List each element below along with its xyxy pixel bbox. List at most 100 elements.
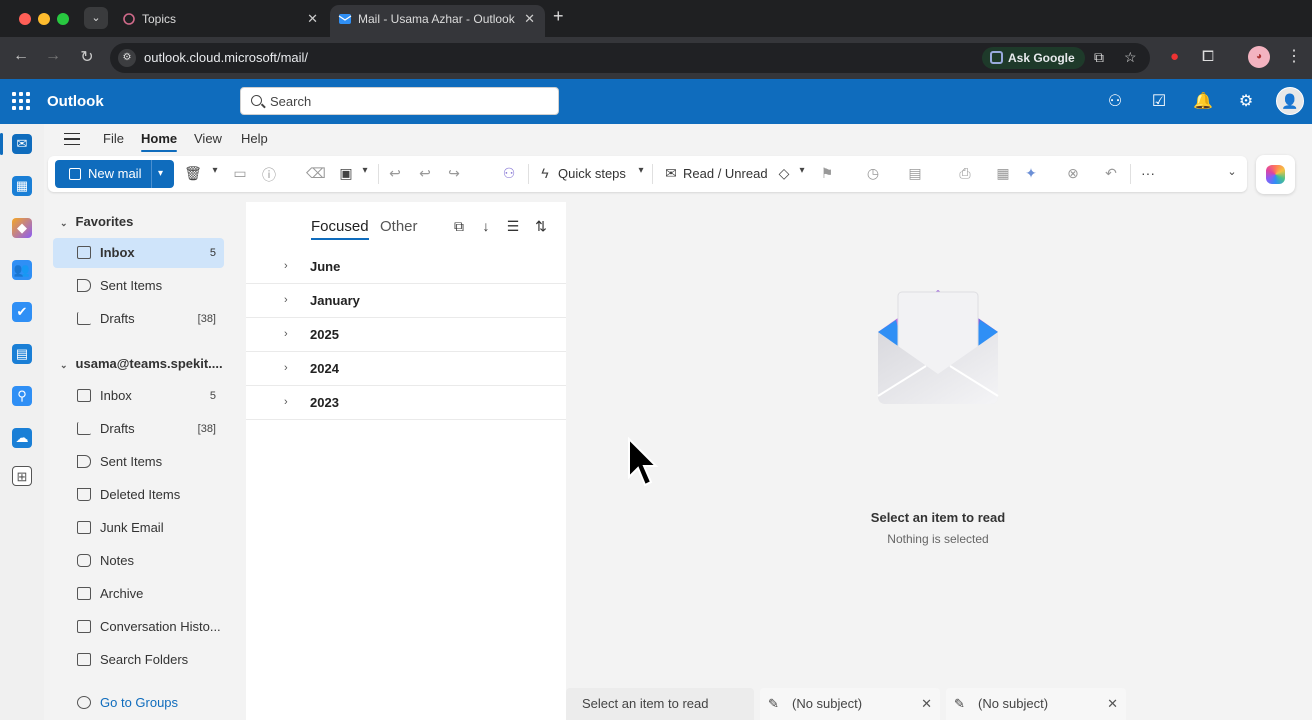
close-icon[interactable]: ✕ [921, 688, 932, 720]
tab-select-item[interactable]: Select an item to read [566, 688, 754, 720]
extensions-puzzle-icon[interactable]: ⧠ [1202, 48, 1214, 65]
people-app-icon[interactable]: 👥 [12, 260, 32, 280]
close-window-button[interactable] [19, 13, 31, 25]
back-icon[interactable]: ← [10, 47, 32, 65]
more-apps-icon[interactable]: ⊞ [12, 466, 32, 486]
move-to-icon[interactable]: ▣ [337, 165, 355, 182]
folder-drafts[interactable]: Drafts [38] [53, 414, 224, 444]
new-mail-button[interactable]: New mail ▾ [55, 160, 174, 188]
teams-share-icon[interactable]: ⚇ [500, 165, 518, 182]
search-box[interactable] [240, 87, 559, 115]
folder-deleted-items[interactable]: Deleted Items [53, 480, 224, 510]
tab-help[interactable]: Help [241, 131, 268, 146]
tab-home[interactable]: Home [141, 131, 178, 152]
folder-junk-email[interactable]: Junk Email [53, 513, 224, 543]
chevron-down-icon[interactable]: ▾ [793, 165, 811, 176]
copilot-button[interactable] [1256, 155, 1295, 194]
onedrive-app-icon[interactable]: ☁ [12, 428, 32, 448]
account-avatar[interactable]: 👤 [1276, 87, 1304, 115]
nav-toggle-icon[interactable] [64, 133, 80, 145]
tab-draft-2[interactable]: ✎ (No subject) ✕ [946, 688, 1126, 720]
filter-icon[interactable]: ☰ [504, 218, 522, 235]
folder-archive[interactable]: Archive [53, 579, 224, 609]
close-icon[interactable]: ✕ [1107, 688, 1118, 720]
minimize-window-button[interactable] [38, 13, 50, 25]
snooze-clock-icon[interactable]: ◷ [864, 165, 882, 182]
select-all-icon[interactable]: ⧉ [450, 218, 468, 235]
maximize-window-button[interactable] [57, 13, 69, 25]
print-icon[interactable]: ⎙ [956, 165, 974, 182]
forward-icon[interactable]: → [42, 47, 64, 65]
rules-icon[interactable]: ▤ [906, 165, 924, 182]
favorites-header[interactable]: ⌄ Favorites [60, 214, 133, 229]
bookmark-star-icon[interactable]: ☆ [1124, 49, 1137, 66]
favorites-sent-items[interactable]: Sent Items [53, 271, 224, 301]
sweep-icon[interactable]: ⌫ [306, 165, 326, 182]
calendar-app-icon[interactable]: ▦ [12, 176, 32, 196]
reload-icon[interactable]: ↻ [76, 47, 98, 67]
my-day-icon[interactable]: ☑ [1148, 91, 1170, 111]
tab-focused[interactable]: Focused [311, 218, 369, 240]
teams-icon[interactable]: ⚇ [1104, 91, 1126, 111]
extension-icon[interactable]: ● [1170, 48, 1179, 65]
flag-icon[interactable]: ⚑ [818, 165, 836, 182]
quick-steps-button[interactable]: Quick steps [558, 166, 626, 181]
settings-gear-icon[interactable]: ⚙ [1235, 91, 1257, 111]
tag-icon[interactable]: ◇ [775, 165, 793, 182]
copilot-app-icon[interactable]: ◆ [12, 218, 32, 238]
group-2023[interactable]: › 2023 [246, 386, 566, 420]
jump-to-icon[interactable]: ↓ [477, 218, 495, 234]
mail-app-icon[interactable]: ✉ [12, 134, 32, 154]
forward-icon[interactable]: ↪ [445, 165, 463, 182]
reply-all-icon[interactable]: ↩ [416, 165, 434, 182]
app-launcher-icon[interactable] [12, 92, 30, 110]
translate-icon[interactable]: ✦ [1022, 165, 1040, 182]
group-june[interactable]: › June [246, 250, 566, 284]
go-to-groups-link[interactable]: Go to Groups [53, 688, 224, 718]
address-bar[interactable]: ⚙ outlook.cloud.microsoft/mail/ Ask Goog… [110, 43, 1150, 73]
chrome-menu-icon[interactable]: ⋮ [1286, 46, 1302, 66]
reply-icon[interactable]: ↩ [386, 165, 404, 182]
immersive-reader-icon[interactable]: ▦ [994, 165, 1012, 182]
account-header[interactable]: ⌄ usama@teams.spekit.... [60, 356, 223, 371]
todo-app-icon[interactable]: ✔ [12, 302, 32, 322]
folder-conversation-history[interactable]: Conversation Histo... [53, 612, 224, 642]
undo-icon[interactable]: ↶ [1102, 165, 1120, 182]
folder-notes[interactable]: Notes [53, 546, 224, 576]
tab-other[interactable]: Other [380, 218, 418, 235]
folder-search-folders[interactable]: Search Folders [53, 645, 224, 675]
profile-avatar[interactable]: ◕ [1248, 46, 1270, 68]
browser-tab-outlook[interactable]: Mail - Usama Azhar - Outlook ✕ [330, 5, 545, 37]
folder-sent-items[interactable]: Sent Items [53, 447, 224, 477]
close-tab-icon[interactable]: ✕ [307, 5, 318, 33]
report-icon[interactable]: ⓘ [260, 165, 278, 185]
expand-ribbon-icon[interactable]: ⌄ [1223, 165, 1241, 178]
search-input[interactable] [270, 92, 550, 110]
chevron-down-icon[interactable]: ▾ [356, 165, 374, 176]
word-app-icon[interactable]: ▤ [12, 344, 32, 364]
install-app-icon[interactable]: ⧉ [1094, 49, 1104, 66]
favorites-inbox[interactable]: Inbox 5 [53, 238, 224, 268]
tab-file[interactable]: File [103, 131, 124, 146]
notifications-bell-icon[interactable]: 🔔 [1192, 91, 1214, 111]
group-2025[interactable]: › 2025 [246, 318, 566, 352]
tab-draft-1[interactable]: ✎ (No subject) ✕ [760, 688, 940, 720]
delete-icon[interactable]: 🗑 [184, 165, 202, 182]
sort-icon[interactable]: ⇅ [532, 218, 550, 235]
close-tab-icon[interactable]: ✕ [524, 5, 535, 33]
folder-inbox[interactable]: Inbox 5 [53, 381, 224, 411]
read-unread-button[interactable]: Read / Unread [683, 166, 768, 181]
group-january[interactable]: › January [246, 284, 566, 318]
archive-icon[interactable]: ▭ [231, 165, 249, 182]
chevron-down-icon[interactable]: ▾ [206, 165, 224, 176]
ask-google-button[interactable]: Ask Google [982, 47, 1085, 69]
tab-search-dropdown[interactable]: ⌄ [84, 7, 108, 29]
chevron-down-icon[interactable]: ▾ [632, 165, 650, 176]
chevron-down-icon[interactable]: ▾ [158, 160, 163, 188]
group-2024[interactable]: › 2024 [246, 352, 566, 386]
tab-view[interactable]: View [194, 131, 222, 146]
more-options-icon[interactable]: ··· [1139, 165, 1157, 181]
new-tab-button[interactable]: + [553, 6, 564, 27]
url-text[interactable]: outlook.cloud.microsoft/mail/ [144, 50, 308, 65]
site-info-icon[interactable]: ⚙ [118, 49, 136, 67]
